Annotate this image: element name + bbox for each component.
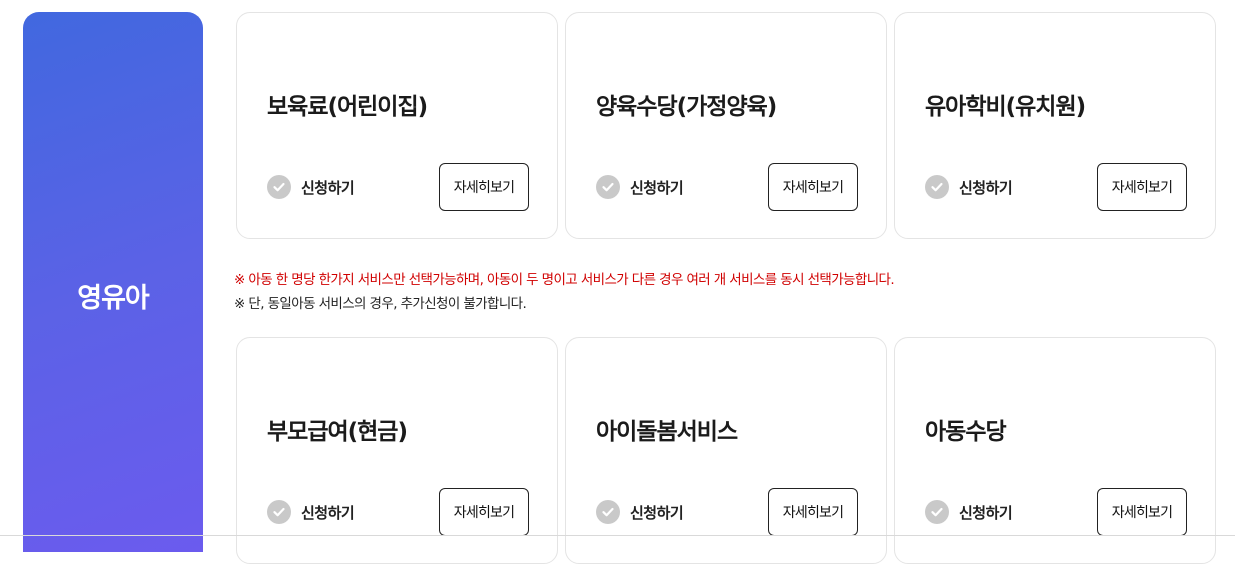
service-card-home-care-allowance: 양육수당(가정양육) 신청하기 자세히보기	[565, 12, 887, 239]
apply-toggle[interactable]: 신청하기	[925, 500, 1013, 524]
service-card-daycare-fee: 보육료(어린이집) 신청하기 자세히보기	[236, 12, 558, 239]
detail-button[interactable]: 자세히보기	[439, 488, 529, 536]
card-title: 아이돌봄서비스	[596, 419, 738, 445]
apply-toggle[interactable]: 신청하기	[925, 175, 1013, 199]
apply-label: 신청하기	[301, 503, 355, 522]
service-card-childcare-service: 아이돌봄서비스 신청하기 자세히보기	[565, 337, 887, 564]
check-circle-icon	[267, 175, 291, 199]
check-circle-icon	[925, 175, 949, 199]
check-circle-icon	[267, 500, 291, 524]
card-title: 부모급여(현금)	[267, 419, 408, 445]
service-card-kindergarten-fee: 유아학비(유치원) 신청하기 자세히보기	[894, 12, 1216, 239]
apply-toggle[interactable]: 신청하기	[267, 500, 355, 524]
check-circle-icon	[925, 500, 949, 524]
card-title: 보육료(어린이집)	[267, 94, 428, 120]
apply-label: 신청하기	[630, 178, 684, 197]
notice-dark: ※ 단, 동일아동 서비스의 경우, 추가신청이 불가합니다.	[234, 296, 527, 312]
detail-button[interactable]: 자세히보기	[1097, 163, 1187, 211]
detail-button[interactable]: 자세히보기	[1097, 488, 1187, 536]
apply-toggle[interactable]: 신청하기	[267, 175, 355, 199]
category-panel: 영유아	[23, 12, 203, 552]
card-title: 양육수당(가정양육)	[596, 94, 777, 120]
detail-button[interactable]: 자세히보기	[768, 488, 858, 536]
apply-label: 신청하기	[630, 503, 684, 522]
apply-label: 신청하기	[301, 178, 355, 197]
service-card-parent-benefit: 부모급여(현금) 신청하기 자세히보기	[236, 337, 558, 564]
check-circle-icon	[596, 175, 620, 199]
bottom-divider	[0, 535, 1235, 536]
apply-toggle[interactable]: 신청하기	[596, 175, 684, 199]
detail-button[interactable]: 자세히보기	[439, 163, 529, 211]
card-title: 아동수당	[925, 419, 1007, 445]
notice-red: ※ 아동 한 명당 한가지 서비스만 선택가능하며, 아동이 두 명이고 서비스…	[234, 272, 895, 288]
service-card-child-allowance: 아동수당 신청하기 자세히보기	[894, 337, 1216, 564]
detail-button[interactable]: 자세히보기	[768, 163, 858, 211]
category-title: 영유아	[77, 283, 150, 314]
apply-label: 신청하기	[959, 503, 1013, 522]
check-circle-icon	[596, 500, 620, 524]
apply-label: 신청하기	[959, 178, 1013, 197]
card-title: 유아학비(유치원)	[925, 94, 1086, 120]
apply-toggle[interactable]: 신청하기	[596, 500, 684, 524]
